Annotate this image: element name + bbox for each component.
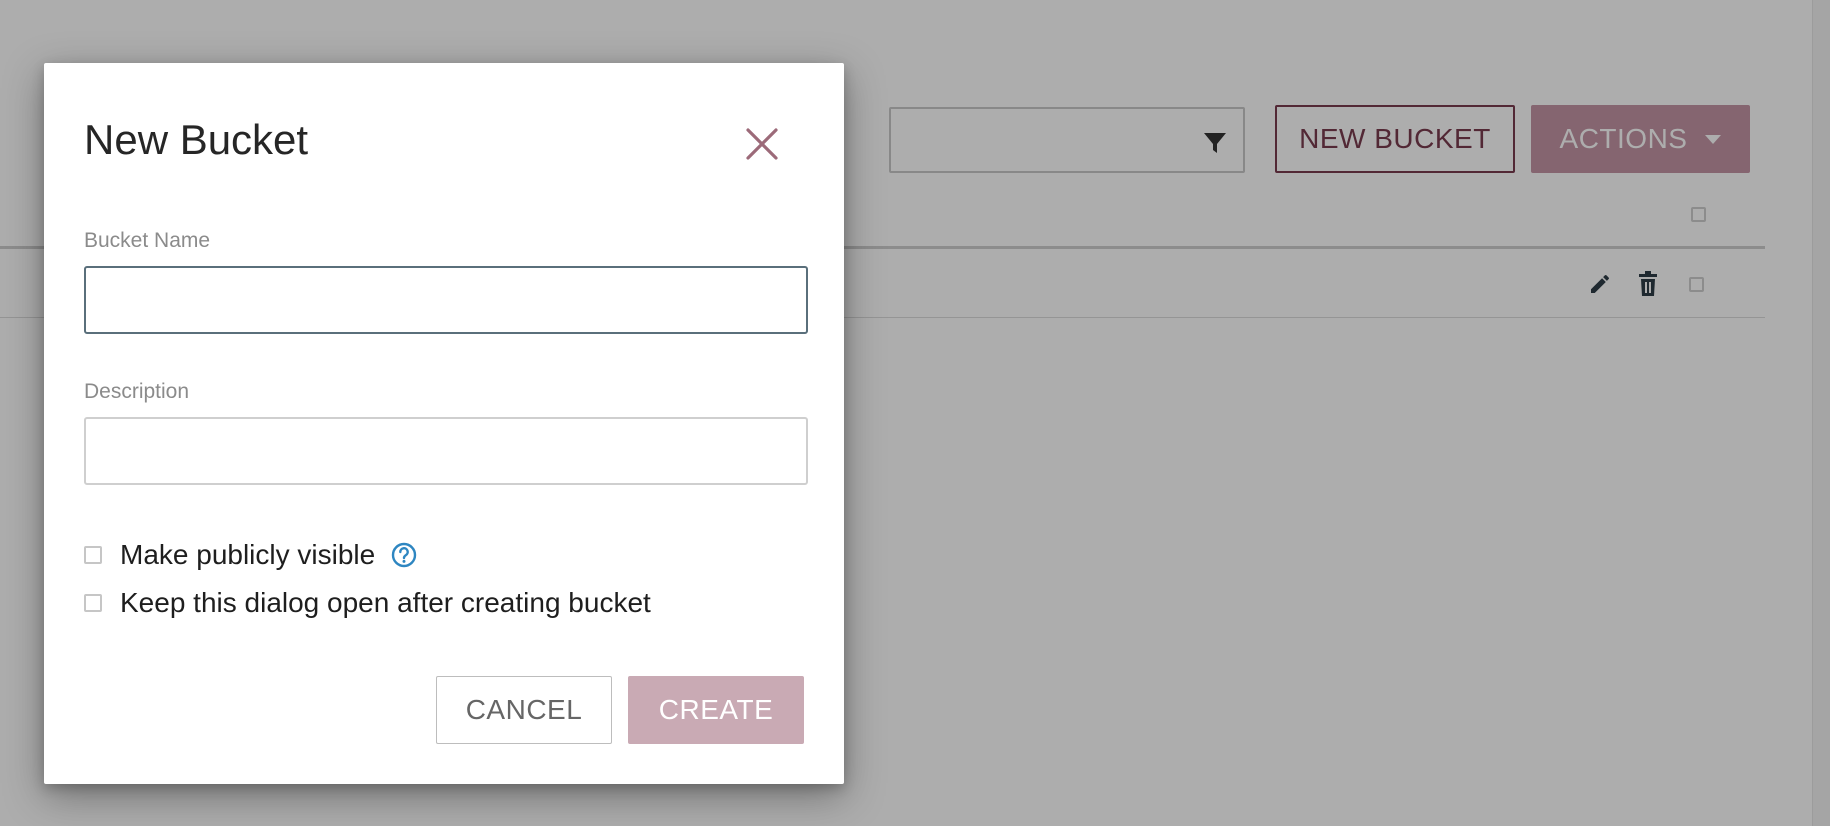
public-checkbox-row: Make publicly visible (84, 539, 417, 571)
create-label: CREATE (658, 694, 774, 725)
close-icon (746, 128, 778, 160)
create-button[interactable]: CREATE (628, 676, 804, 744)
bucket-name-input[interactable] (84, 266, 808, 334)
cancel-label: CANCEL (465, 694, 583, 725)
cancel-button[interactable]: CANCEL (436, 676, 612, 744)
description-input[interactable] (84, 417, 808, 485)
public-checkbox-label[interactable]: Make publicly visible (120, 539, 375, 571)
bucket-name-label: Bucket Name (84, 229, 211, 252)
public-checkbox[interactable] (84, 546, 102, 564)
help-icon[interactable] (391, 542, 417, 568)
new-bucket-dialog: New Bucket Bucket Name Description Make … (44, 63, 844, 784)
description-label: Description (84, 380, 190, 403)
keep-open-checkbox-label[interactable]: Keep this dialog open after creating buc… (120, 587, 651, 619)
keep-open-checkbox[interactable] (84, 594, 102, 612)
close-button[interactable] (744, 126, 780, 162)
keep-open-checkbox-row: Keep this dialog open after creating buc… (84, 587, 651, 619)
dialog-title: New Bucket (84, 116, 309, 163)
